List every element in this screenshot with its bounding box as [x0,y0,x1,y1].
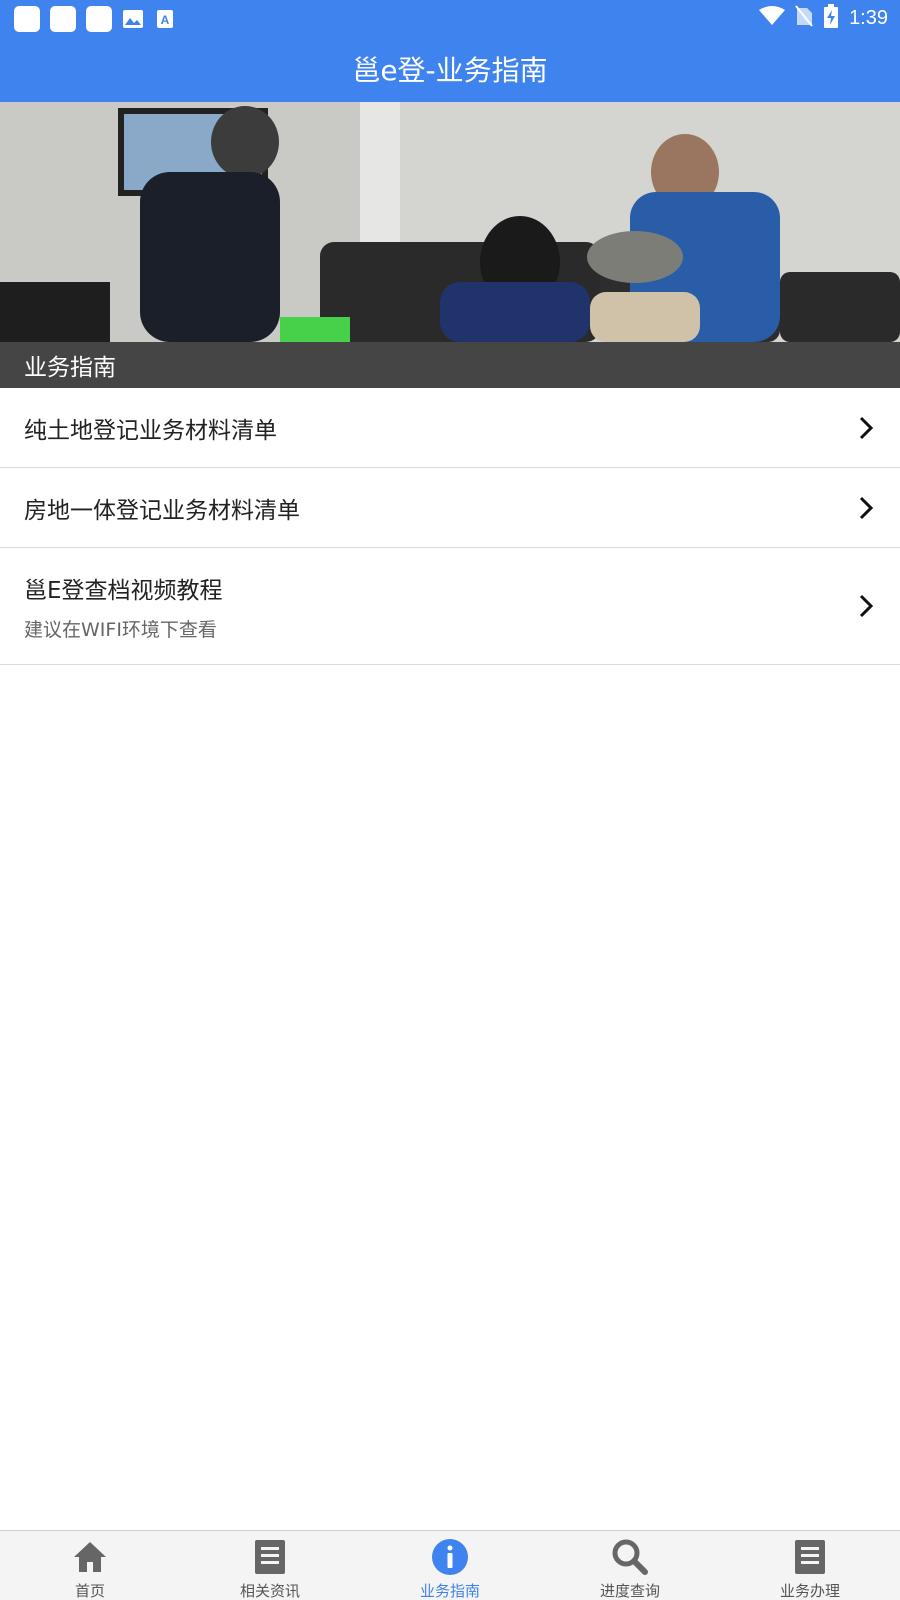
text-icon: A [154,8,176,30]
info-icon [430,1537,470,1577]
list-item-land-registration[interactable]: 纯土地登记业务材料清单 [0,388,900,468]
notification-area: A [14,6,176,32]
list-item-title: 房地一体登记业务材料清单 [24,497,300,524]
document-list-icon [250,1537,290,1577]
app-bar: 邕e登-业务指南 [0,36,900,102]
nav-label: 进度查询 [599,1582,660,1600]
no-sim-icon [795,5,813,31]
bottom-nav: 首页 相关资讯 业务指南 进度查询 业务办理 [0,1530,900,1600]
chevron-right-icon [859,496,874,519]
nav-item-home[interactable]: 首页 [0,1531,180,1600]
status-bar: A 1:39 [0,0,900,36]
nav-label: 业务办理 [779,1582,840,1600]
banner-photo [0,102,900,342]
section-header: 业务指南 [0,342,900,388]
nav-item-guide[interactable]: 业务指南 [360,1531,540,1600]
nav-item-progress[interactable]: 进度查询 [540,1531,720,1600]
image-icon [122,8,144,30]
notification-icon [86,6,112,32]
list-item-house-land-registration[interactable]: 房地一体登记业务材料清单 [0,468,900,548]
notification-icon [50,6,76,32]
nav-label: 业务指南 [419,1582,480,1600]
section-title: 业务指南 [24,355,116,381]
list-item-title: 纯土地登记业务材料清单 [24,417,277,444]
nav-item-news[interactable]: 相关资讯 [180,1531,360,1600]
notification-icon [14,6,40,32]
search-icon [610,1537,650,1577]
battery-charging-icon [823,4,839,32]
chevron-right-icon [859,594,874,618]
chevron-right-icon [859,416,874,439]
home-icon [70,1537,110,1577]
nav-label: 首页 [74,1582,105,1600]
wifi-icon [759,6,786,30]
page-title: 邕e登-业务指南 [352,54,548,87]
guide-list: 纯土地登记业务材料清单 房地一体登记业务材料清单 邕E登查档视频教程 建议在WI… [0,388,900,665]
list-item-title: 邕E登查档视频教程 [24,577,223,604]
document-list-icon [790,1537,830,1577]
clock: 1:39 [849,6,888,29]
list-item-video-tutorial[interactable]: 邕E登查档视频教程 建议在WIFI环境下查看 [0,548,900,665]
list-item-subtitle: 建议在WIFI环境下查看 [24,618,217,641]
system-icons: 1:39 [759,4,888,32]
svg-text:A: A [161,13,170,27]
nav-item-business[interactable]: 业务办理 [720,1531,900,1600]
nav-label: 相关资讯 [239,1582,300,1600]
